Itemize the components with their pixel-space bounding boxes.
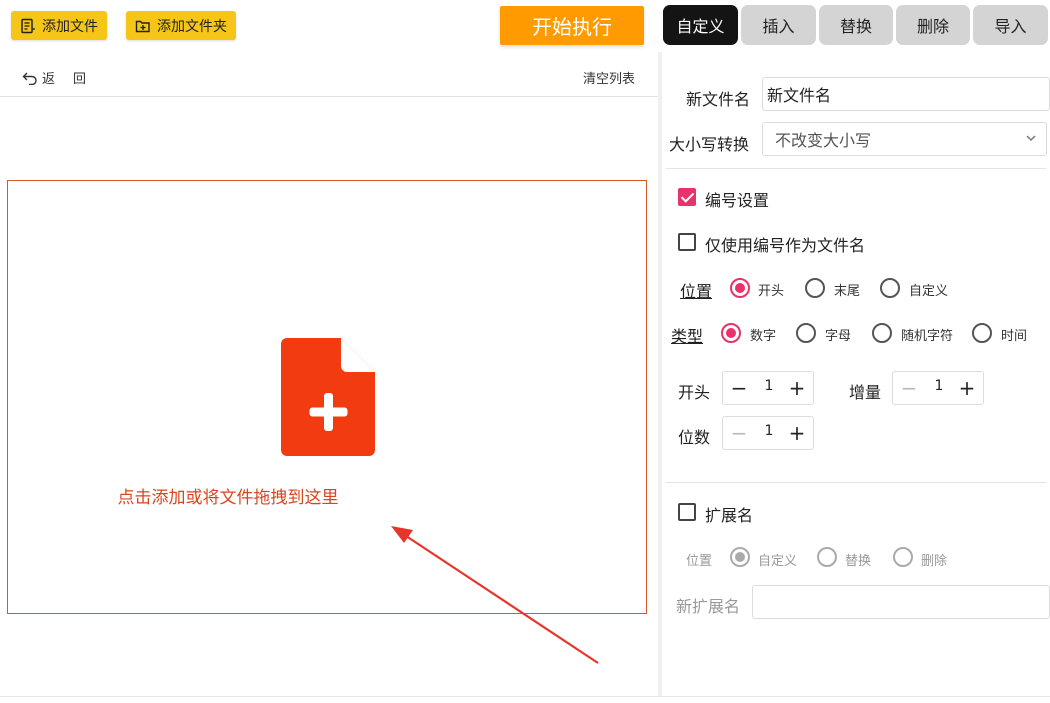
increment-button[interactable]: +: [783, 417, 811, 449]
numbering-label: 编号设置: [705, 191, 770, 210]
divider: [0, 96, 658, 97]
add-file-icon: [21, 18, 35, 33]
position-end-radio[interactable]: [805, 278, 825, 298]
new-extension-label: 新扩展名: [676, 597, 741, 616]
add-folder-icon: [135, 20, 150, 32]
tab-import[interactable]: 导入: [973, 5, 1048, 45]
type-letter-radio[interactable]: [796, 323, 816, 343]
type-label: 类型: [671, 327, 704, 346]
case-select-value: 不改变大小写: [775, 131, 872, 150]
start-label: 开头: [678, 383, 711, 402]
add-file-button[interactable]: 添加文件: [11, 11, 107, 40]
add-file-large-icon: [281, 338, 375, 456]
decrement-button[interactable]: −: [725, 372, 753, 404]
tab-custom[interactable]: 自定义: [663, 5, 738, 45]
add-file-label: 添加文件: [42, 18, 98, 35]
ext-custom-label: 自定义: [758, 554, 798, 569]
drop-zone-text: 点击添加或将文件拖拽到这里: [117, 488, 339, 508]
back-label-2: 回: [73, 72, 87, 87]
bottom-border: [0, 696, 1050, 697]
undo-icon: [22, 72, 37, 85]
type-number-label: 数字: [750, 329, 777, 344]
position-start-radio[interactable]: [730, 278, 750, 298]
increment-button[interactable]: +: [953, 372, 981, 404]
start-stepper[interactable]: − 1 +: [722, 371, 814, 405]
new-name-label: 新文件名: [686, 90, 751, 109]
only-number-checkbox[interactable]: [678, 233, 696, 251]
ext-replace-radio[interactable]: [817, 547, 837, 567]
decrement-button[interactable]: −: [895, 372, 923, 404]
tab-delete[interactable]: 删除: [896, 5, 970, 45]
type-random-radio[interactable]: [872, 323, 892, 343]
increment-label: 增量: [849, 383, 882, 402]
numbering-checkbox[interactable]: [678, 188, 696, 206]
tab-insert[interactable]: 插入: [741, 5, 816, 45]
ext-delete-radio[interactable]: [893, 547, 913, 567]
section-divider: [666, 482, 1046, 483]
ext-position-label: 位置: [686, 554, 713, 569]
extension-label: 扩展名: [705, 506, 754, 525]
type-time-radio[interactable]: [972, 323, 992, 343]
position-start-label: 开头: [758, 284, 785, 299]
drop-zone[interactable]: 点击添加或将文件拖拽到这里: [7, 180, 647, 614]
increment-button[interactable]: +: [783, 372, 811, 404]
increment-stepper[interactable]: − 1 +: [892, 371, 984, 405]
type-random-label: 随机字符: [901, 329, 954, 344]
digits-label: 位数: [678, 428, 711, 447]
increment-value: 1: [934, 378, 944, 394]
new-extension-input[interactable]: [752, 585, 1050, 619]
add-folder-button[interactable]: 添加文件夹: [126, 11, 236, 40]
back-label: 返: [42, 72, 56, 87]
type-letter-label: 字母: [825, 329, 852, 344]
only-number-label: 仅使用编号作为文件名: [705, 236, 866, 255]
extension-checkbox[interactable]: [678, 503, 696, 521]
position-custom-radio[interactable]: [880, 278, 900, 298]
digits-stepper[interactable]: − 1 +: [722, 416, 814, 450]
tab-replace[interactable]: 替换: [819, 5, 893, 45]
chevron-down-icon: [1026, 135, 1036, 142]
settings-panel: 新文件名 新文件名 大小写转换 不改变大小写 编号设置 仅使用编号作为文件名 位…: [662, 52, 1050, 697]
add-folder-label: 添加文件夹: [157, 18, 227, 35]
ext-replace-label: 替换: [845, 554, 872, 569]
position-custom-label: 自定义: [909, 284, 949, 299]
ext-custom-radio[interactable]: [730, 547, 750, 567]
ext-delete-label: 删除: [921, 554, 948, 569]
case-label: 大小写转换: [669, 135, 750, 154]
type-time-label: 时间: [1001, 329, 1028, 344]
case-select[interactable]: 不改变大小写: [762, 122, 1047, 156]
position-end-label: 末尾: [834, 284, 861, 299]
new-name-input[interactable]: 新文件名: [762, 77, 1050, 111]
start-value: 1: [764, 378, 774, 394]
section-divider: [666, 168, 1046, 169]
back-button[interactable]: 返 回: [22, 68, 86, 87]
decrement-button[interactable]: −: [725, 417, 753, 449]
position-label: 位置: [680, 282, 713, 301]
clear-list-button[interactable]: 清空列表: [583, 68, 635, 87]
digits-value: 1: [764, 423, 774, 439]
type-number-radio[interactable]: [721, 323, 741, 343]
start-button[interactable]: 开始执行: [500, 6, 644, 45]
app-window: 添加文件 添加文件夹 开始执行 自定义 插入 替换 删除 导入 返 回 清空列表…: [0, 0, 1050, 703]
